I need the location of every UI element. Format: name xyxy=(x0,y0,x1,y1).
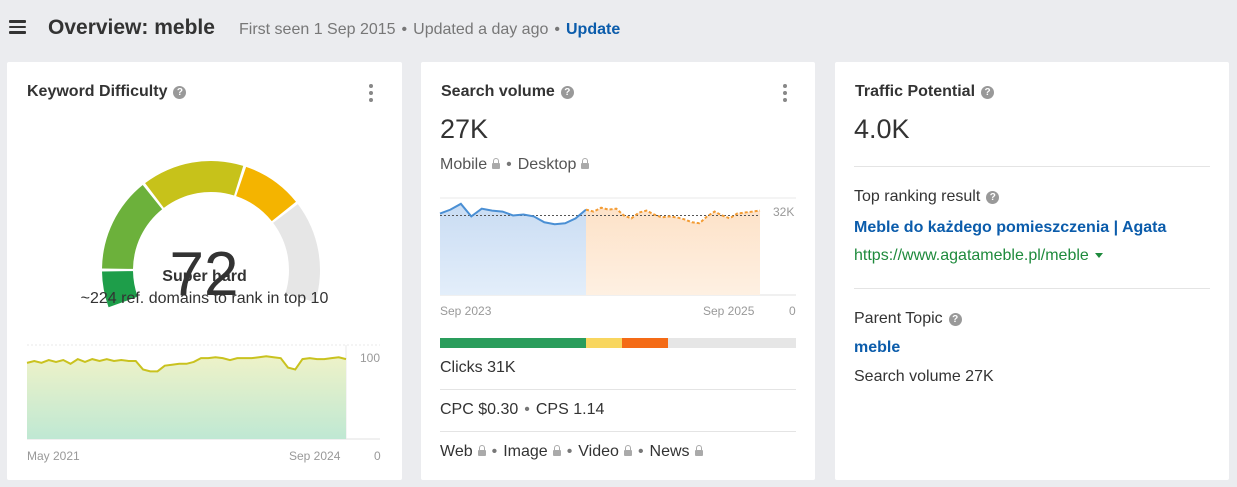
card-title: Search volume? xyxy=(441,83,574,101)
gauge-segment xyxy=(145,161,244,208)
clicks-bar-segment xyxy=(667,338,796,348)
parent-topic-link[interactable]: meble xyxy=(854,339,900,357)
caret-down-icon[interactable] xyxy=(1095,253,1104,258)
search-volume-area-a xyxy=(440,203,586,295)
updated-status: Updated a day ago xyxy=(413,21,549,38)
first-seen: First seen 1 Sep 2015 xyxy=(239,21,396,38)
page-header: Overview: meble First seen 1 Sep 2015 • Up… xyxy=(0,0,1237,60)
gauge-segment xyxy=(102,185,163,269)
desktop-label: Desktop xyxy=(517,156,577,173)
lock-icon xyxy=(477,445,486,456)
more-options-icon[interactable] xyxy=(783,84,787,102)
lock-icon xyxy=(552,445,561,456)
x-axis-end: Sep 2025 xyxy=(703,304,755,318)
menu-icon[interactable] xyxy=(9,20,26,34)
clicks-distribution-bar xyxy=(440,338,796,348)
difficulty-note: ~224 ref. domains to rank in top 10 xyxy=(80,290,329,307)
serp-web: Web xyxy=(440,443,473,460)
cpc-cps-row: CPC $0.30 • CPS 1.14 xyxy=(440,401,605,418)
search-volume-chart xyxy=(439,197,796,296)
top-result-title[interactable]: Meble do każdego pomieszczenia | Agata xyxy=(854,219,1166,237)
y-axis-min: 0 xyxy=(374,449,381,463)
help-icon[interactable]: ? xyxy=(948,313,962,326)
search-volume-card: Search volume? 27K Mobile • Desktop 32K Se… xyxy=(421,62,815,480)
lock-icon xyxy=(623,445,632,456)
card-title: Traffic Potential? xyxy=(855,83,995,101)
lock-icon xyxy=(694,445,703,456)
top-result-url-row: https://www.agatameble.pl/meble xyxy=(854,247,1104,265)
cpc-value: CPC $0.30 xyxy=(440,401,519,418)
keyword-difficulty-card: Keyword Difficulty? 72 Super hard ~224 r… xyxy=(7,62,402,480)
clicks-bar-segment xyxy=(585,338,622,348)
x-axis-start: May 2021 xyxy=(27,449,80,463)
top-ranking-label: Top ranking result? xyxy=(854,188,1000,206)
cps-value: CPS 1.14 xyxy=(535,401,605,418)
serp-image: Image xyxy=(503,443,548,460)
help-icon[interactable]: ? xyxy=(981,86,995,99)
serp-news: News xyxy=(649,443,690,460)
top-result-url[interactable]: https://www.agatameble.pl/meble xyxy=(854,247,1089,264)
serp-video: Video xyxy=(578,443,619,460)
y-axis-max: 100 xyxy=(360,351,381,365)
search-volume-value: 27K xyxy=(440,114,489,144)
mobile-label: Mobile xyxy=(440,156,488,173)
lock-icon xyxy=(492,158,501,169)
clicks-value: Clicks 31K xyxy=(440,359,516,376)
parent-topic-label: Parent Topic? xyxy=(854,310,962,328)
difficulty-label: Super hard xyxy=(162,268,247,285)
serp-features-row: Web • Image • Video • News xyxy=(440,443,703,461)
search-volume-area-f xyxy=(586,207,760,295)
y-axis-min: 0 xyxy=(789,304,796,318)
x-axis-start: Sep 2023 xyxy=(440,304,492,318)
y-axis-max: 32K xyxy=(773,205,795,219)
gauge-segment xyxy=(273,204,320,303)
parent-topic-volume: Search volume 27K xyxy=(854,368,994,385)
page-meta: First seen 1 Sep 2015 • Updated a day ago •… xyxy=(239,21,621,38)
help-icon[interactable]: ? xyxy=(986,191,1000,204)
lock-icon xyxy=(581,158,590,169)
traffic-potential-value: 4.0K xyxy=(854,114,910,144)
kd-history-area xyxy=(27,356,346,439)
clicks-bar-segment xyxy=(621,338,668,348)
x-axis-end: Sep 2024 xyxy=(289,449,341,463)
device-split: Mobile • Desktop xyxy=(440,156,590,174)
clicks-bar-segment xyxy=(440,338,586,348)
update-link[interactable]: Update xyxy=(566,21,620,38)
page-title: Overview: meble xyxy=(48,16,215,39)
traffic-potential-card: Traffic Potential? 4.0K Top ranking resu… xyxy=(835,62,1229,480)
help-icon[interactable]: ? xyxy=(560,86,574,99)
